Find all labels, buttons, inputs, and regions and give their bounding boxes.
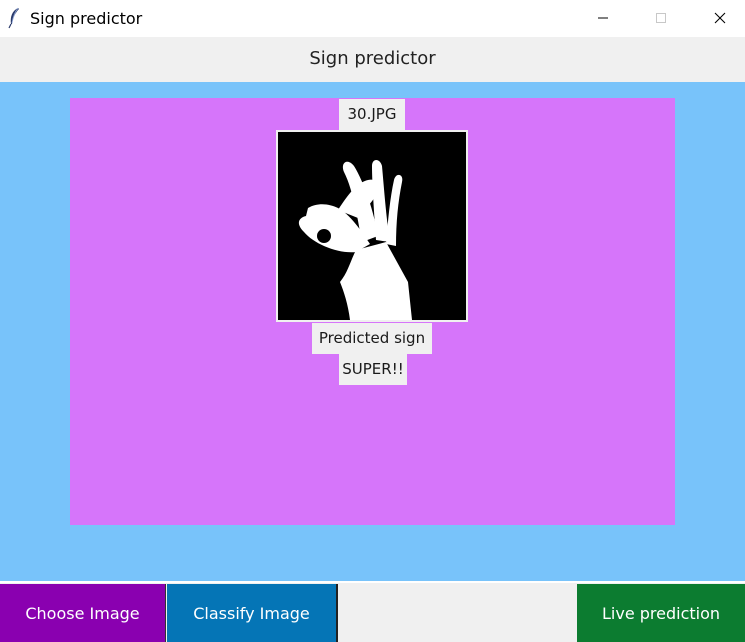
predicted-sign-label: Predicted sign [312,323,432,354]
close-icon [714,9,726,28]
choose-image-button[interactable]: Choose Image [0,584,166,642]
predicted-sign-value: SUPER!! [339,354,407,385]
maximize-button[interactable] [638,0,684,37]
window-titlebar: Sign predictor [0,0,745,37]
minimize-button[interactable] [580,0,626,37]
sign-image [276,130,468,322]
minimize-icon [597,9,609,28]
close-button[interactable] [697,0,743,37]
maximize-icon [655,9,667,28]
live-prediction-button[interactable]: Live prediction [577,584,745,642]
window-title: Sign predictor [30,9,143,28]
page-title: Sign predictor [309,48,436,69]
app-header: Sign predictor [0,37,745,82]
image-filename-label: 30.JPG [339,99,405,130]
hand-sign-image [278,132,466,320]
classify-image-button[interactable]: Classify Image [167,584,338,642]
feather-icon [6,7,22,29]
